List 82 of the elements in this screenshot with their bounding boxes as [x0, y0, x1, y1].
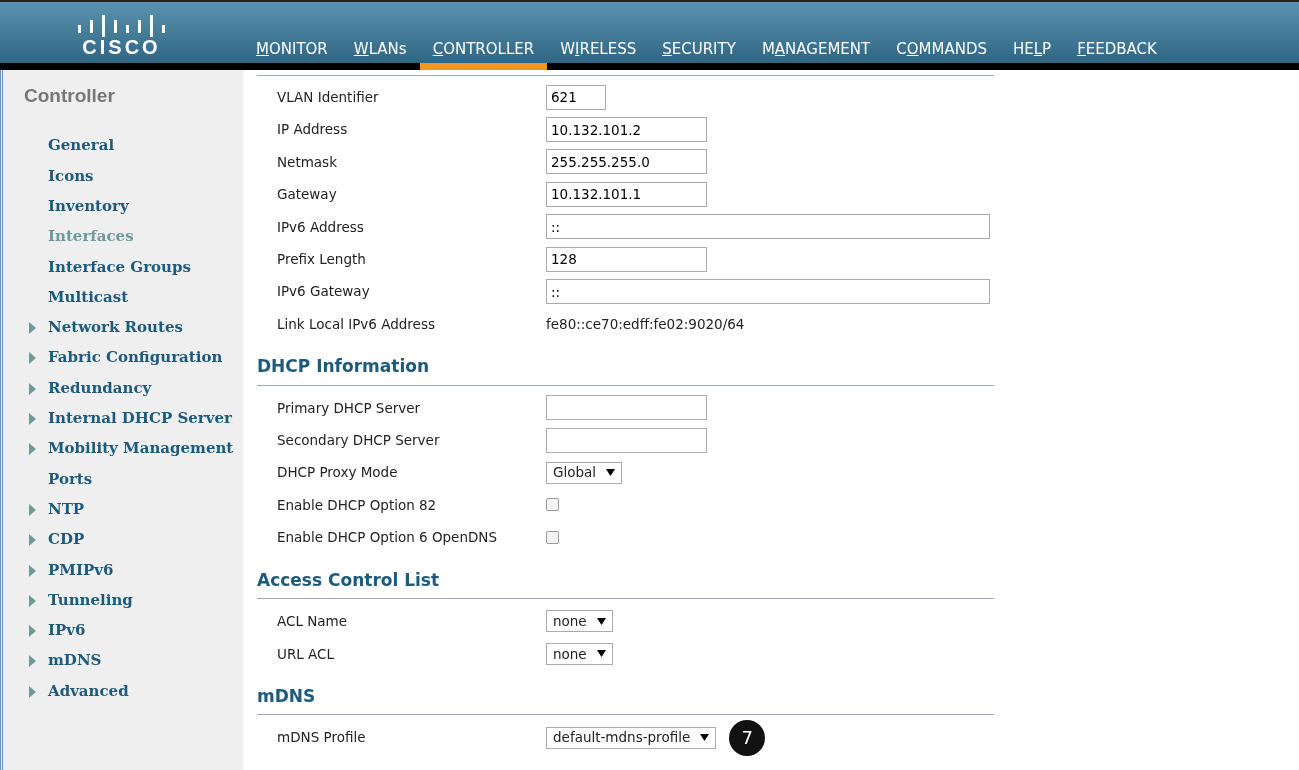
- sidebar-item[interactable]: Interface Groups: [48, 255, 191, 279]
- field-label: Link Local IPv6 Address: [277, 314, 436, 334]
- sidebar-item[interactable]: Tunneling: [48, 588, 133, 612]
- sidebar-item[interactable]: NTP: [48, 497, 85, 521]
- field-label: URL ACL: [277, 644, 336, 664]
- sidebar-item[interactable]: Network Routes: [48, 316, 183, 339]
- field-label: mDNS Profile: [277, 728, 367, 748]
- callout-number: 7: [729, 719, 766, 756]
- nav-tab[interactable]: HELP: [999, 37, 1065, 70]
- logo-text: CISCO: [82, 37, 161, 57]
- sidebar-item[interactable]: Advanced: [48, 679, 129, 703]
- input-field[interactable]: 128: [546, 246, 707, 272]
- expand-arrow-icon[interactable]: [29, 322, 36, 335]
- sidebar-item[interactable]: Inventory: [48, 195, 129, 218]
- sidebar-item[interactable]: Ports: [48, 467, 93, 491]
- field-label: IPv6 Gateway: [277, 282, 371, 302]
- nav-tab[interactable]: WLANs: [340, 37, 420, 70]
- expand-arrow-icon[interactable]: [29, 443, 36, 456]
- section-heading: Access Control List: [257, 567, 994, 600]
- sidebar-title: Controller: [24, 84, 116, 108]
- logo-bars-icon: [77, 15, 166, 37]
- field-label: Prefix Length: [277, 250, 367, 269]
- sidebar-item[interactable]: Redundancy: [48, 376, 152, 400]
- input-field[interactable]: 255.255.255.0: [546, 149, 707, 175]
- field-label: DHCP Proxy Mode: [277, 463, 399, 483]
- field-label: ACL Name: [277, 612, 349, 632]
- caret-icon: [596, 650, 606, 658]
- nav-tab[interactable]: MANAGEMENT: [748, 37, 884, 70]
- expand-arrow-icon[interactable]: [29, 685, 36, 698]
- sidebar-item[interactable]: IPv6: [48, 619, 86, 642]
- input-field[interactable]: 621: [546, 84, 606, 110]
- sidebar-item[interactable]: Icons: [48, 164, 94, 188]
- input-field[interactable]: ::: [546, 279, 990, 305]
- nav-tab[interactable]: MONITOR: [243, 37, 341, 70]
- sidebar-item[interactable]: Multicast: [48, 285, 129, 309]
- field-label: Enable DHCP Option 82: [277, 495, 438, 515]
- caret-icon: [606, 469, 616, 477]
- sidebar-item[interactable]: PMIPv6: [48, 558, 114, 582]
- checkbox[interactable]: [546, 498, 559, 512]
- sidebar-item[interactable]: General: [48, 134, 115, 157]
- field-label: IPv6 Address: [277, 217, 365, 237]
- sidebar-item[interactable]: mDNS: [48, 649, 102, 672]
- dropdown[interactable]: Global: [546, 461, 623, 484]
- expand-arrow-icon[interactable]: [29, 625, 36, 638]
- sidebar-item[interactable]: Internal DHCP Server: [48, 407, 232, 430]
- input-field[interactable]: 10.132.101.2: [546, 117, 707, 143]
- sidebar-item[interactable]: CDP: [48, 528, 85, 551]
- field-label: Enable DHCP Option 6 OpenDNS: [277, 528, 499, 548]
- dropdown[interactable]: none: [546, 610, 613, 633]
- checkbox[interactable]: [546, 530, 559, 544]
- nav-tab[interactable]: CONTROLLER: [419, 37, 548, 70]
- section-heading: mDNS: [257, 683, 994, 716]
- input-field[interactable]: 10.132.101.1: [546, 181, 707, 207]
- sidebar-item[interactable]: Fabric Configuration: [48, 346, 223, 369]
- nav-tab[interactable]: SECURITY: [649, 37, 749, 70]
- expand-arrow-icon[interactable]: [29, 564, 36, 577]
- field-label: Gateway: [277, 185, 338, 205]
- input-field[interactable]: [546, 427, 707, 453]
- field-label: Netmask: [277, 152, 338, 172]
- expand-arrow-icon[interactable]: [29, 352, 36, 365]
- nav-tab[interactable]: COMMANDS: [883, 37, 1000, 70]
- expand-arrow-icon[interactable]: [29, 503, 36, 516]
- expand-arrow-icon[interactable]: [29, 534, 36, 547]
- expand-arrow-icon[interactable]: [29, 413, 36, 426]
- field-value: fe80::ce70:edff:fe02:9020/64: [546, 314, 745, 334]
- input-field[interactable]: [546, 395, 707, 421]
- field-label: Primary DHCP Server: [277, 398, 422, 418]
- nav-tab[interactable]: FEEDBACK: [1064, 37, 1170, 70]
- caret-icon: [700, 734, 710, 742]
- nav-tab[interactable]: WIRELESS: [547, 37, 650, 70]
- field-label: VLAN Identifier: [277, 88, 380, 108]
- expand-arrow-icon[interactable]: [29, 382, 36, 395]
- expand-arrow-icon[interactable]: [29, 655, 36, 668]
- input-field[interactable]: ::: [546, 214, 990, 240]
- sidebar-item[interactable]: Mobility Management: [48, 437, 234, 460]
- caret-icon: [596, 617, 606, 625]
- field-label: Secondary DHCP Server: [277, 431, 441, 451]
- expand-arrow-icon[interactable]: [29, 594, 36, 607]
- dropdown[interactable]: none: [546, 642, 613, 665]
- dropdown[interactable]: default-mdns-profile: [546, 726, 717, 749]
- section-heading: DHCP Information: [257, 354, 994, 386]
- field-label: IP Address: [277, 120, 349, 140]
